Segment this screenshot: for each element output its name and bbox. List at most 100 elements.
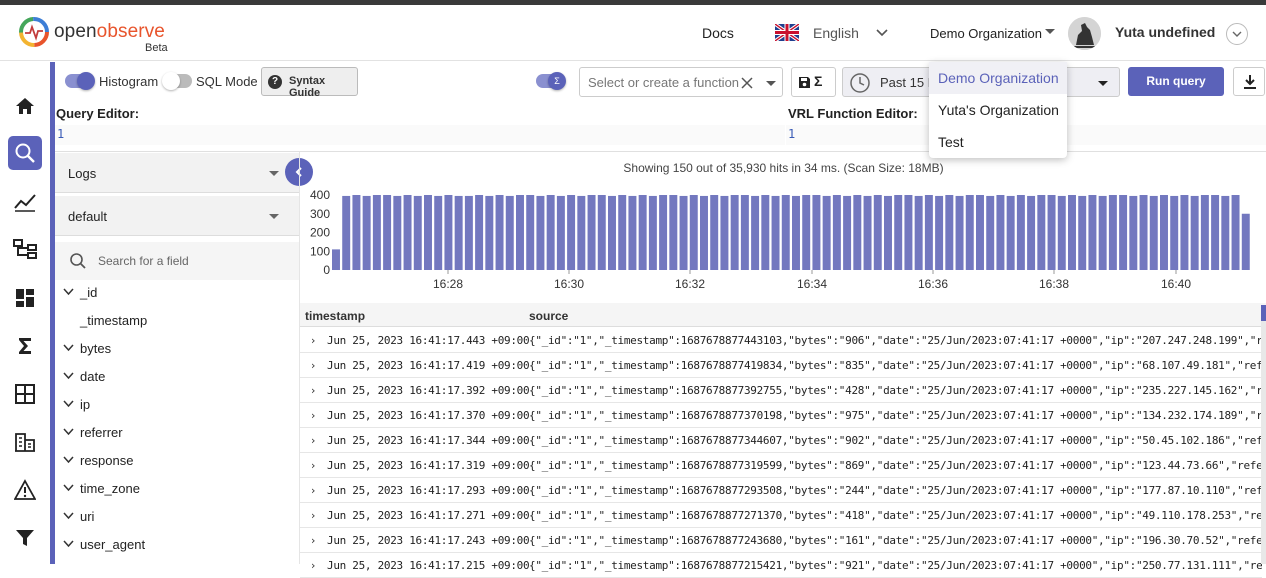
field-item[interactable]: date (55, 364, 299, 392)
nav-alerts[interactable] (8, 473, 42, 507)
chevron-down-icon[interactable] (63, 428, 74, 436)
expand-row-icon[interactable]: › (311, 534, 315, 547)
table-row[interactable]: › Jun 25, 2023 16:41:17.243 +09:00 {"_id":… (300, 528, 1262, 553)
histogram-bar[interactable] (393, 195, 402, 270)
chevron-down-icon[interactable] (63, 540, 74, 548)
histogram-bar[interactable] (904, 195, 913, 270)
chevron-down-icon[interactable] (63, 400, 74, 408)
histogram-bar[interactable] (1221, 195, 1230, 270)
histogram-bar[interactable] (924, 195, 933, 270)
table-row[interactable]: › Jun 25, 2023 16:41:17.344 +09:00 {"_id":… (300, 428, 1262, 453)
histogram-bar[interactable] (771, 195, 780, 270)
histogram-bar[interactable] (1057, 195, 1066, 270)
expand-row-icon[interactable]: › (311, 334, 315, 347)
histogram-bar[interactable] (362, 195, 371, 270)
histogram-bar[interactable] (505, 195, 514, 270)
histogram-toggle[interactable] (65, 72, 95, 90)
stream-type-select[interactable]: Logs (55, 153, 299, 193)
table-row[interactable]: › Jun 25, 2023 16:41:17.392 +09:00 {"_id":… (300, 378, 1262, 403)
histogram-bar[interactable] (1160, 195, 1168, 270)
histogram-bar[interactable] (608, 195, 616, 270)
histogram-bar[interactable] (710, 195, 719, 270)
histogram-bar[interactable] (822, 195, 831, 270)
histogram-bar[interactable] (1231, 195, 1240, 270)
histogram-bar[interactable] (424, 195, 432, 270)
histogram-bar[interactable] (546, 195, 555, 270)
histogram-bar[interactable] (853, 195, 862, 270)
chevron-down-icon[interactable] (63, 456, 74, 464)
histogram-bar[interactable] (587, 195, 596, 270)
caret-down-icon[interactable] (1098, 81, 1108, 86)
stream-name-select[interactable]: default (55, 196, 299, 236)
histogram-bar[interactable] (1190, 195, 1199, 270)
field-item[interactable]: user_agent (55, 532, 299, 560)
histogram-bar[interactable] (761, 195, 770, 270)
nav-logs[interactable] (8, 136, 42, 170)
histogram-bar[interactable] (648, 195, 657, 270)
histogram-bar[interactable] (597, 195, 606, 270)
histogram-bar[interactable] (781, 195, 790, 270)
field-item[interactable]: _id (55, 280, 299, 308)
histogram-bar[interactable] (986, 195, 995, 270)
organization-selector[interactable]: Demo Organization (930, 26, 1042, 41)
histogram-bar[interactable] (945, 195, 954, 270)
histogram-bar[interactable] (526, 195, 535, 270)
avatar[interactable] (1068, 17, 1101, 50)
histogram-bar[interactable] (792, 195, 800, 270)
function-toggle[interactable]: Σ (536, 72, 566, 90)
expand-row-icon[interactable]: › (311, 509, 315, 522)
field-item[interactable]: response (55, 448, 299, 476)
histogram-bar[interactable] (812, 195, 821, 270)
column-header-source[interactable]: source (529, 309, 568, 323)
histogram-bar[interactable] (1006, 195, 1015, 270)
histogram-bar[interactable] (383, 195, 392, 270)
language-selector[interactable]: English (813, 25, 859, 41)
histogram-bar[interactable] (976, 195, 984, 270)
chevron-down-icon[interactable] (63, 512, 74, 520)
function-select-input[interactable]: Select or create a function (579, 67, 783, 97)
histogram-bar[interactable] (342, 195, 351, 270)
histogram-bar[interactable] (935, 195, 944, 270)
run-query-button[interactable]: Run query (1128, 67, 1224, 96)
histogram-bar[interactable] (475, 195, 484, 270)
histogram-bar[interactable] (1139, 195, 1148, 270)
syntax-guide-button[interactable]: ? Syntax Guide (261, 67, 358, 99)
histogram-bar[interactable] (495, 195, 504, 270)
histogram-bar[interactable] (1047, 195, 1056, 270)
chevron-down-icon[interactable] (63, 484, 74, 492)
field-search-input[interactable]: Search for a field (55, 242, 299, 280)
docs-link[interactable]: Docs (702, 25, 734, 41)
histogram-bar[interactable] (1211, 195, 1220, 270)
histogram-bar[interactable] (955, 195, 964, 270)
histogram-bar[interactable] (802, 195, 811, 270)
chevron-down-icon[interactable] (63, 372, 74, 380)
save-function-button[interactable]: Σ (791, 67, 836, 97)
histogram-bar[interactable] (730, 195, 739, 270)
field-item[interactable]: referrer (55, 420, 299, 448)
field-item[interactable]: time_zone (55, 476, 299, 504)
close-icon[interactable] (741, 77, 753, 89)
histogram-bar[interactable] (434, 195, 443, 270)
histogram-bar[interactable] (352, 195, 361, 270)
histogram-bar[interactable] (332, 249, 340, 271)
histogram-bar[interactable] (1200, 195, 1209, 270)
histogram-bar[interactable] (1088, 195, 1097, 270)
table-row[interactable]: › Jun 25, 2023 16:41:17.370 +09:00 {"_id":… (300, 403, 1262, 428)
download-button[interactable] (1233, 67, 1265, 96)
histogram-bar[interactable] (914, 195, 923, 270)
histogram-bar[interactable] (464, 195, 473, 270)
user-menu-button[interactable] (1226, 23, 1248, 45)
expand-row-icon[interactable]: › (311, 484, 315, 497)
field-item[interactable]: ip (55, 392, 299, 420)
org-option-test[interactable]: Test (929, 126, 1067, 158)
nav-home[interactable] (8, 89, 42, 123)
table-row[interactable]: › Jun 25, 2023 16:41:17.319 +09:00 {"_id":… (300, 453, 1262, 478)
nav-dashboards[interactable] (8, 281, 42, 315)
field-item[interactable]: bytes (55, 336, 299, 364)
org-option-yuta[interactable]: Yuta's Organization (929, 94, 1067, 126)
histogram-bar[interactable] (843, 195, 852, 270)
nav-traces[interactable] (8, 232, 42, 266)
histogram-bar[interactable] (996, 195, 1005, 270)
histogram-bar[interactable] (444, 195, 453, 270)
histogram-bar[interactable] (679, 195, 688, 270)
